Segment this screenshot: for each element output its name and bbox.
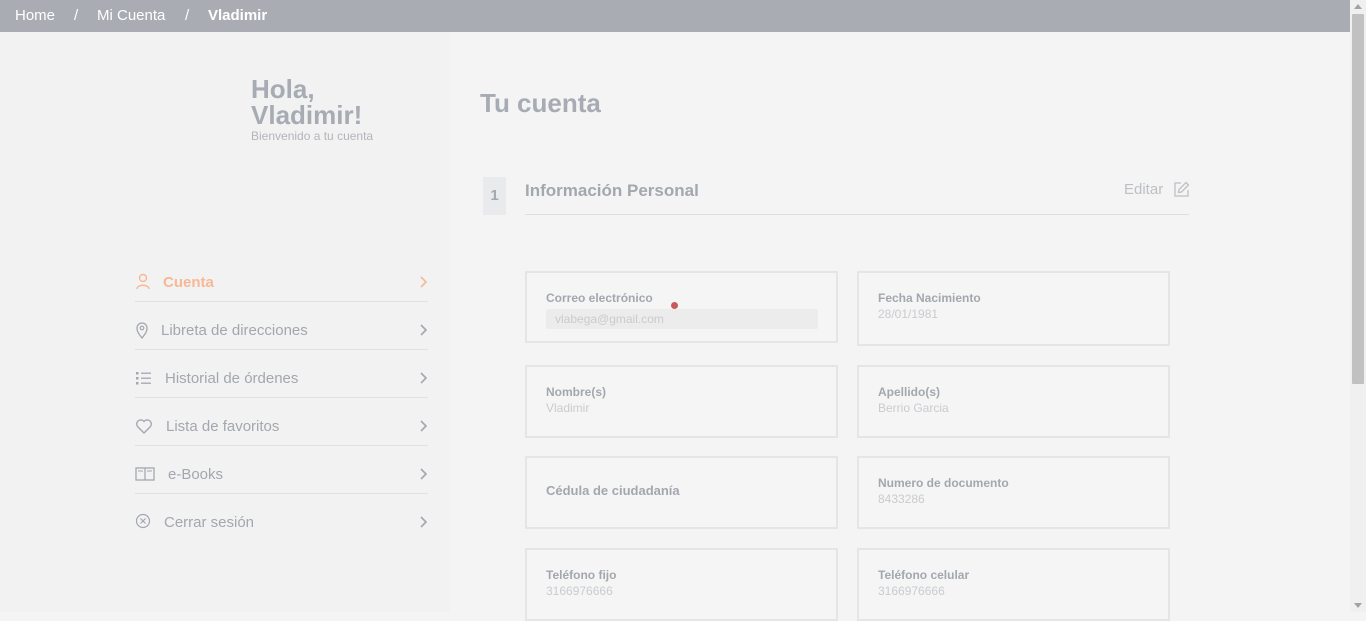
cursor-indicator (671, 302, 678, 309)
greeting-line-2: Vladimir! (251, 100, 363, 130)
sidebar-item-label: Libreta de direcciones (161, 322, 308, 339)
email-field: Correo electrónico vlabega@gmail.com (525, 271, 838, 343)
chevron-right-icon (420, 324, 428, 336)
breadcrumb-separator: / (185, 7, 190, 24)
names-label: Nombre(s) (546, 385, 607, 399)
document-number-label: Numero de documento (878, 476, 1009, 490)
greeting-title: Hola, Vladimir! (251, 76, 421, 128)
greeting-line-1: Hola, (251, 74, 315, 104)
sidebar-item-cuenta[interactable]: Cuenta (135, 271, 428, 302)
location-pin-icon (136, 322, 148, 339)
step-number-badge: 1 (483, 177, 506, 215)
sidebar-item-ebooks[interactable]: e-Books (135, 463, 428, 494)
surnames-field: Apellido(s) Berrio Garcia (857, 365, 1170, 438)
sidebar-item-label: Cerrar sesión (164, 514, 255, 531)
landline-label: Teléfono fijo (546, 568, 617, 582)
email-input[interactable]: vlabega@gmail.com (546, 309, 818, 329)
names-field: Nombre(s) Vladimir (525, 365, 838, 438)
list-icon (136, 372, 151, 385)
scroll-down-icon[interactable] (1354, 603, 1362, 608)
chevron-right-icon (420, 516, 428, 528)
edit-button[interactable]: Editar (1124, 181, 1163, 198)
chevron-right-icon (420, 420, 428, 432)
chevron-right-icon (420, 468, 428, 480)
birthdate-field: Fecha Nacimiento 28/01/1981 (857, 271, 1170, 346)
chevron-right-icon (420, 276, 428, 288)
scrollbar-thumb[interactable] (1352, 14, 1364, 384)
mobile-label: Teléfono celular (878, 568, 970, 582)
mobile-field: Teléfono celular 3166976666 (857, 548, 1170, 621)
breadcrumb-current: Vladimir (208, 7, 268, 24)
close-circle-icon (135, 513, 151, 529)
sidebar-item-favorites[interactable]: Lista de favoritos (135, 415, 428, 446)
document-type-field: Cédula de ciudadanía (525, 456, 838, 529)
landline-value: 3166976666 (546, 584, 613, 598)
breadcrumb-account-link[interactable]: Mi Cuenta (97, 7, 165, 24)
chevron-right-icon (420, 372, 428, 384)
birthdate-label: Fecha Nacimiento (878, 291, 981, 305)
sidebar-item-label: Cuenta (163, 274, 214, 291)
section-title: Información Personal (525, 181, 699, 200)
surnames-label: Apellido(s) (878, 385, 940, 399)
sidebar-item-orders[interactable]: Historial de órdenes (135, 367, 428, 398)
breadcrumb: Home / Mi Cuenta / Vladimir (0, 0, 1350, 32)
section-divider (525, 214, 1189, 215)
document-type-label: Cédula de ciudadanía (546, 483, 680, 498)
names-value: Vladimir (546, 401, 590, 415)
scrollbar[interactable] (1350, 0, 1366, 612)
scroll-up-icon[interactable] (1354, 4, 1362, 9)
document-number-value: 8433286 (878, 492, 925, 506)
sidebar-item-logout[interactable]: Cerrar sesión (135, 511, 428, 541)
heart-icon (135, 419, 153, 434)
sidebar-item-label: e-Books (168, 466, 224, 483)
breadcrumb-separator: / (74, 7, 79, 24)
greeting-subtitle: Bienvenido a tu cuenta (251, 129, 374, 143)
landline-field: Teléfono fijo 3166976666 (525, 548, 838, 621)
birthdate-value: 28/01/1981 (878, 307, 939, 321)
sidebar-item-label: Lista de favoritos (166, 418, 280, 435)
email-value: vlabega@gmail.com (555, 312, 664, 326)
surnames-value: Berrio Garcia (878, 401, 949, 415)
page-title: Tu cuenta (480, 88, 601, 118)
breadcrumb-home-link[interactable]: Home (15, 7, 55, 24)
book-icon (135, 467, 155, 481)
sidebar-item-addresses[interactable]: Libreta de direcciones (135, 319, 428, 350)
email-label: Correo electrónico (546, 291, 653, 305)
user-icon (136, 273, 150, 290)
sidebar-item-label: Historial de órdenes (165, 370, 299, 387)
mobile-value: 3166976666 (878, 584, 945, 598)
edit-icon[interactable] (1173, 181, 1190, 198)
document-number-field: Numero de documento 8433286 (857, 456, 1170, 529)
